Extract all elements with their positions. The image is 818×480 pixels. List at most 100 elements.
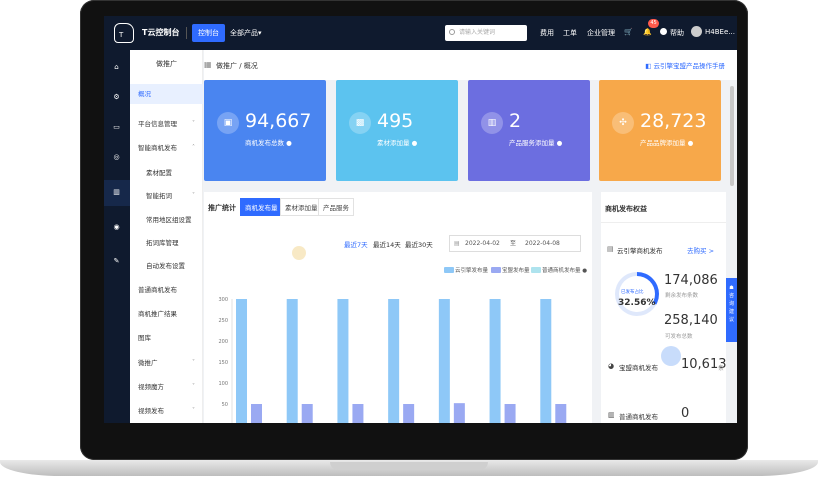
stat-card: ✣ 28,723 产品品牌添加量 ● (599, 80, 721, 181)
breadcrumb-path[interactable]: 做推广 / 概况 (216, 61, 258, 71)
bar-baomeng[interactable] (403, 404, 415, 423)
brand-title: T云控制台 (142, 28, 180, 37)
menu-item[interactable]: 视频发布 ˅ (130, 401, 203, 421)
ring-percent: 32.56% (618, 298, 656, 308)
y-tick-label: 200 (218, 339, 228, 345)
chevron-icon: ˅ (192, 359, 195, 366)
nav-billing[interactable]: 费用 (540, 28, 554, 38)
section1-title: 云引擎商机发布 (617, 247, 663, 255)
bar-cloud-engine[interactable] (438, 299, 450, 423)
section3-title: 普通商机发布 (619, 413, 658, 421)
grid-icon: ▦ (204, 60, 212, 69)
available-label: 可发布总数 (665, 334, 693, 340)
help-link[interactable]: 帮助 (670, 28, 684, 38)
divider (601, 222, 726, 223)
y-tick-label: 150 (218, 360, 228, 366)
bar-baomeng[interactable] (301, 404, 313, 423)
menu-item[interactable]: 智能拓词 ˅ (130, 186, 203, 206)
menu-item[interactable]: 商机推广结果 (130, 304, 203, 324)
section3-value: 0 (681, 406, 690, 421)
bar-baomeng[interactable] (504, 404, 516, 423)
card-label: 产品品牌添加量 ● (640, 139, 694, 147)
card-icon: ▣ (217, 112, 239, 134)
search-icon (449, 29, 455, 35)
username[interactable]: H4BEe... (705, 28, 735, 36)
signal-icon[interactable]: ◉ (113, 224, 120, 231)
app-screen: T T云控制台 控制台 全部产品▾ 请输入关键词 费用 工单 企业管理 🛒 🔔 … (104, 16, 737, 423)
cart-icon[interactable]: 🛒 (624, 28, 633, 36)
bar-baomeng[interactable] (453, 403, 465, 423)
menu-item[interactable]: 视频魔方 ˅ (130, 377, 203, 397)
chevron-icon: ˅ (192, 192, 195, 199)
remaining-label: 剩余发布条数 (665, 293, 699, 299)
card-value: 495 (377, 110, 414, 132)
nav-tickets[interactable]: 工单 (563, 28, 577, 38)
card-value: 28,723 (640, 110, 707, 132)
menu-item[interactable]: 拓词库管理 (130, 233, 203, 253)
feedback-label: 咨询建议 (728, 293, 734, 323)
promotion-stats-panel: 推广统计 商机发布量 素材添加量 产品服务 最近7天 最近14天 最近30天 ▤… (204, 192, 592, 423)
available-count: 258,140 (664, 313, 718, 328)
stat-card: ▥ 2 产品服务添加量 ● (468, 80, 590, 181)
feedback-button[interactable]: ☗ 咨询建议 (726, 278, 737, 342)
menu-item[interactable]: 微推广 ˅ (130, 353, 203, 373)
all-products-menu[interactable]: 全部产品▾ (230, 28, 262, 38)
bar-chart-icon[interactable]: ▥ (113, 189, 120, 196)
menu-item[interactable]: 概况 (130, 84, 203, 104)
search-input[interactable]: 请输入关键词 (445, 25, 527, 41)
y-tick-label: 100 (218, 381, 228, 387)
cloud-logo-icon[interactable]: T (114, 23, 134, 43)
bar-baomeng[interactable] (251, 404, 262, 423)
menu-item[interactable]: 普通商机发布 (130, 280, 203, 300)
remaining-count: 174,086 (664, 273, 718, 288)
menu-item[interactable]: 素材配置 (130, 163, 203, 183)
home-icon[interactable]: ⌂ (113, 64, 120, 71)
card-label: 素材添加量 ● (377, 139, 418, 147)
y-tick-label: 50 (222, 402, 228, 408)
nav-enterprise[interactable]: 企业管理 (587, 28, 615, 38)
bar-cloud-engine[interactable] (388, 299, 400, 423)
scroll-circle (661, 346, 681, 366)
edit-icon[interactable]: ✎ (113, 258, 120, 265)
buy-link[interactable]: 去购买 > (687, 245, 714, 255)
menu-item[interactable]: 自动发布设置 (130, 256, 203, 276)
bar-cloud-engine[interactable] (337, 299, 349, 423)
avatar[interactable] (691, 26, 702, 37)
card-label: 产品服务添加量 ● (509, 139, 563, 147)
section2-title: 宝盟商机发布 (619, 364, 658, 372)
menu-item[interactable]: 平台信息管理 ˅ (130, 114, 203, 134)
bar-cloud-engine[interactable] (286, 299, 298, 423)
rights-title: 商机发布权益 (605, 205, 647, 213)
page-scrollbar[interactable] (730, 86, 734, 186)
chevron-icon: ˄ (192, 144, 195, 151)
bar-cloud-engine[interactable] (540, 299, 552, 423)
menu-item[interactable]: 常用地区组设置 (130, 210, 203, 230)
bell-icon[interactable]: 🔔 (643, 28, 652, 36)
chevron-icon: ˅ (192, 407, 195, 414)
person-icon: ☗ (729, 285, 734, 291)
y-tick-label: 300 (218, 297, 228, 303)
bar-cloud-engine[interactable] (236, 299, 247, 423)
card-value: 2 (509, 110, 522, 132)
menu-item[interactable]: 图库 (130, 328, 203, 348)
bar-baomeng[interactable] (352, 404, 364, 423)
monitor-icon[interactable]: ▭ (113, 124, 120, 131)
laptop-notch (330, 462, 488, 470)
console-button[interactable]: 控制台 (192, 24, 225, 42)
card-icon: ▥ (481, 112, 503, 134)
stat-card: ▩ 495 素材添加量 ● (336, 80, 458, 181)
settings-icon[interactable]: ⚙ (113, 94, 120, 101)
manual-link[interactable]: ◧ 云引擎宝盟产品操作手册 (645, 60, 725, 70)
help-icon[interactable] (660, 28, 667, 35)
bar-cloud-engine[interactable] (489, 299, 501, 423)
section2-unit: 条 (718, 365, 725, 372)
menu-item[interactable]: 智能商机发布 ˄ (130, 138, 203, 158)
stat-card: ▣ 94,667 商机发布总数 ● (204, 80, 326, 181)
breadcrumb: ▦ 做推广 / 概况 ◧ 云引擎宝盟产品操作手册 (204, 50, 737, 80)
broadcast-icon[interactable]: ◎ (113, 154, 120, 161)
bar-baomeng[interactable] (555, 404, 567, 423)
top-bar: T T云控制台 控制台 全部产品▾ 请输入关键词 费用 工单 企业管理 🛒 🔔 … (104, 16, 737, 50)
pie-icon: ◕ (608, 362, 615, 370)
y-tick-label: 250 (218, 318, 228, 324)
icon-rail: ⌂ ⚙ ▭ ◎ ▥ ◉ ✎ (104, 50, 130, 423)
